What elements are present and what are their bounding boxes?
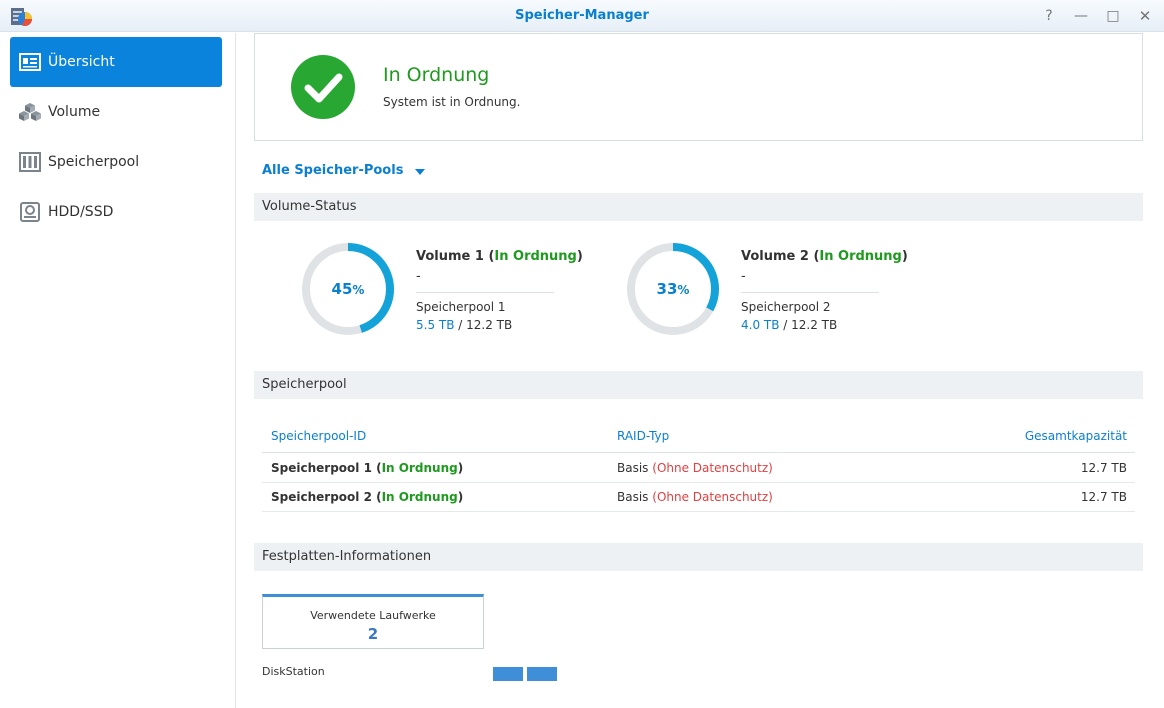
diskstation-label: DiskStation [262,665,325,678]
divider [741,292,879,293]
storage-pool-header: Speicherpool [254,371,1143,399]
table-row[interactable]: Speicherpool 2 (In Ordnung) Basis (Ohne … [262,483,1135,512]
volume-description: - [741,269,746,284]
sidebar-item-label: Volume [48,104,101,120]
disk-bay[interactable] [527,667,557,681]
status-subtitle: System ist in Ordnung. [383,95,521,109]
cubes-icon [19,102,41,122]
column-header-raid-type[interactable]: RAID-Typ [617,419,669,453]
volume-name: Volume 1 (In Ordnung) [416,249,583,264]
drives-label: Verwendete Laufwerke [310,609,436,622]
table-header: Speicherpool-ID RAID-Typ Gesamtkapazität [262,419,1135,453]
volume-pool: Speicherpool 2 [741,300,831,314]
volume-capacity: 4.0 TB / 12.2 TB [741,318,838,332]
help-button[interactable]: ? [1038,6,1060,26]
raid-warning: (Ohne Datenschutz) [652,490,773,504]
sidebar-item-overview[interactable]: Übersicht [10,37,222,87]
volume-description: - [416,269,421,284]
section-title: Volume-Status [262,199,357,214]
volume-status-header: Volume-Status [254,193,1143,221]
sidebar-item-volume[interactable]: Volume [10,87,222,137]
column-header-pool-id[interactable]: Speicherpool-ID [271,419,366,453]
hdd-icon [19,202,41,222]
divider [416,292,554,293]
raid-type: Basis (Ohne Datenschutz) [617,490,773,504]
close-button[interactable]: ✕ [1134,6,1156,26]
checkmark-icon [291,55,355,119]
disk-bay[interactable] [493,667,523,681]
pool-capacity: 12.7 TB [1080,461,1127,475]
section-title: Speicherpool [262,377,347,392]
disk-info-header: Festplatten-Informationen [254,543,1143,571]
title-bar: Speicher-Manager ? — □ ✕ [0,0,1164,32]
window-title: Speicher-Manager [515,8,649,23]
minimize-button[interactable]: — [1070,6,1092,26]
volume-card: 45% Volume 1 (In Ordnung) - Speicherpool… [300,241,620,341]
status-badge: In Ordnung [819,249,902,264]
pool-name: Speicherpool 1 (In Ordnung) [271,461,464,475]
pool-capacity: 12.7 TB [1080,490,1127,504]
overview-icon [19,52,41,72]
drives-in-use-card[interactable]: Verwendete Laufwerke 2 [262,594,484,649]
status-badge: In Ordnung [381,490,458,504]
volume-usage-percent: 33% [656,280,690,298]
raid-type: Basis (Ohne Datenschutz) [617,461,773,475]
raid-warning: (Ohne Datenschutz) [652,461,773,475]
column-header-capacity[interactable]: Gesamtkapazität [1025,419,1127,453]
section-title: Festplatten-Informationen [262,549,432,564]
main-content: In Ordnung System ist in Ordnung. Alle S… [237,33,1164,708]
sidebar: Übersicht Volume Speicherpool HDD/SSD [0,33,236,708]
system-status-panel: In Ordnung System ist in Ordnung. [254,33,1143,141]
pool-name: Speicherpool 2 (In Ordnung) [271,490,464,504]
sidebar-item-label: Übersicht [48,54,115,70]
volume-pool: Speicherpool 1 [416,300,506,314]
status-badge: In Ordnung [494,249,577,264]
maximize-button[interactable]: □ [1102,6,1124,26]
sidebar-item-hdd-ssd[interactable]: HDD/SSD [10,187,222,237]
volume-capacity: 5.5 TB / 12.2 TB [416,318,513,332]
chevron-down-icon[interactable] [415,169,425,175]
sidebar-item-label: Speicherpool [48,154,140,170]
volume-usage-percent: 45% [331,280,365,298]
volume-name: Volume 2 (In Ordnung) [741,249,908,264]
pool-filter-dropdown[interactable]: Alle Speicher-Pools [262,163,403,178]
sidebar-item-storage-pool[interactable]: Speicherpool [10,137,222,187]
status-badge: In Ordnung [381,461,458,475]
drives-count: 2 [367,625,379,643]
table-row[interactable]: Speicherpool 1 (In Ordnung) Basis (Ohne … [262,454,1135,483]
sidebar-item-label: HDD/SSD [48,204,114,220]
storage-pool-icon [19,152,41,172]
volume-card: 33% Volume 2 (In Ordnung) - Speicherpool… [625,241,945,341]
status-title: In Ordnung [383,64,490,86]
